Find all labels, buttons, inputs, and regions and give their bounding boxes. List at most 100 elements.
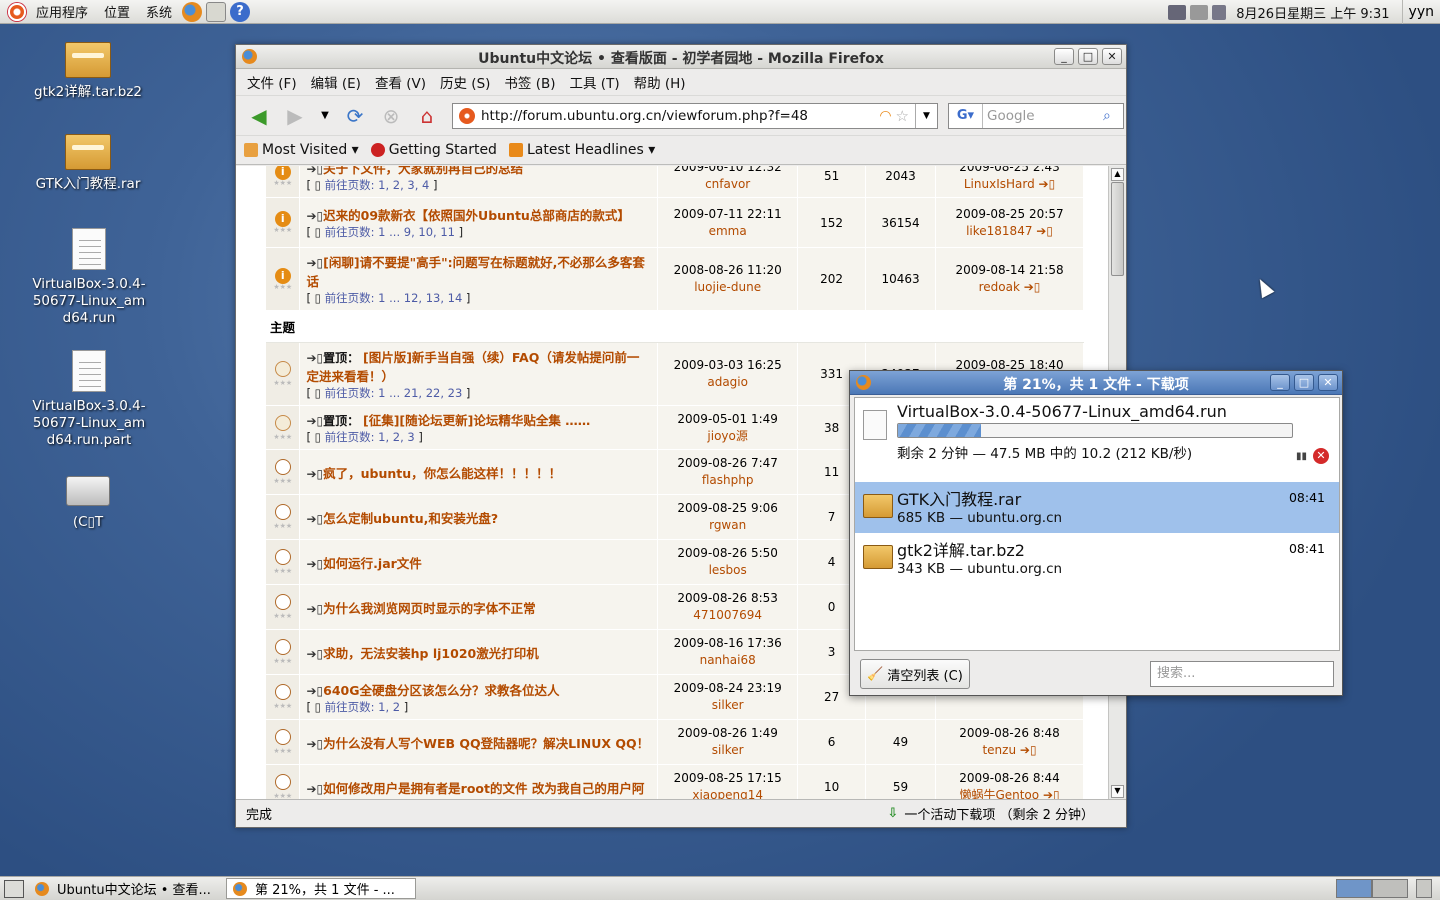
bookmark-star-icon[interactable]: ☆ bbox=[896, 107, 909, 125]
url-bar[interactable]: http://forum.ubuntu.org.cn/viewforum.php… bbox=[452, 102, 938, 129]
topic-author[interactable]: cnfavor bbox=[658, 176, 797, 193]
topic-link[interactable]: 如何运行.jar文件 bbox=[323, 556, 422, 571]
downloads-title-bar[interactable]: 第 21%，共 1 文件 - 下载项 _ □ ✕ bbox=[850, 371, 1342, 395]
menu-places[interactable]: 位置 bbox=[96, 2, 138, 21]
page-links[interactable]: 1 ... 12, 13, 14 bbox=[378, 291, 462, 305]
topic-link[interactable]: 为什么没有人写个WEB QQ登陆器呢？解决LINUX QQ！ bbox=[323, 736, 649, 751]
download-item[interactable]: GTK入门教程.rar 685 KB — ubuntu.org.cn 08:41 bbox=[855, 482, 1339, 533]
last-post-user[interactable]: like181847 ➔▯ bbox=[936, 223, 1083, 240]
scroll-up-icon[interactable]: ▲ bbox=[1111, 168, 1124, 181]
taskbar-item-firefox[interactable]: Ubuntu中文论坛 • 查看... bbox=[28, 878, 218, 899]
cancel-icon[interactable]: ✕ bbox=[1313, 448, 1329, 464]
topic-author[interactable]: silker bbox=[658, 742, 797, 759]
firefox-launcher-icon[interactable] bbox=[182, 1, 203, 22]
topic-author[interactable]: 471007694 bbox=[658, 607, 797, 624]
topic-link[interactable]: 为什么我浏览网页时显示的字体不正常 bbox=[323, 601, 536, 616]
downloads-search-input[interactable]: 搜索... bbox=[1150, 661, 1334, 687]
taskbar-item-downloads[interactable]: 第 21%，共 1 文件 - ... bbox=[226, 878, 416, 899]
desktop-icon-drive[interactable]: (C▯T bbox=[23, 470, 153, 531]
ubuntu-logo-icon[interactable] bbox=[8, 2, 26, 21]
topic-link[interactable]: 关于下文件，大家就别再自己的总结 bbox=[323, 166, 523, 176]
topic-author[interactable]: emma bbox=[658, 223, 797, 240]
bookmark-latest-headlines[interactable]: Latest Headlines ▾ bbox=[508, 142, 655, 158]
topic-link[interactable]: [征集][随论坛更新]论坛精华贴全集 …… bbox=[363, 413, 590, 428]
page-links[interactable]: 1 ... 21, 22, 23 bbox=[378, 386, 462, 400]
minimize-button[interactable]: _ bbox=[1270, 374, 1290, 391]
menu-edit[interactable]: 编辑 (E) bbox=[304, 72, 368, 92]
url-dropdown-icon[interactable]: ▼ bbox=[915, 103, 937, 128]
desktop-icon-gtk-rar[interactable]: GTK入门教程.rar bbox=[23, 134, 153, 193]
workspace-2[interactable] bbox=[1372, 879, 1408, 898]
mail-launcher-icon[interactable] bbox=[206, 1, 227, 22]
show-desktop-icon[interactable] bbox=[4, 879, 24, 898]
page-links[interactable]: 1 ... 9, 10, 11 bbox=[378, 225, 455, 239]
help-launcher-icon[interactable]: ? bbox=[230, 1, 251, 22]
search-input[interactable]: Google bbox=[983, 108, 1103, 124]
page-links[interactable]: 1, 2, 3 bbox=[378, 430, 415, 444]
workspace-switcher[interactable] bbox=[1336, 879, 1432, 898]
maximize-button[interactable]: □ bbox=[1294, 374, 1314, 391]
clear-list-button[interactable]: 🧹 清空列表 (C) bbox=[860, 659, 970, 689]
topic-link[interactable]: 怎么定制ubuntu,和安装光盘? bbox=[323, 511, 498, 526]
topic-author[interactable]: nanhai68 bbox=[658, 652, 797, 669]
topic-author[interactable]: jioyo源 bbox=[658, 428, 797, 445]
page-links[interactable]: 1, 2, 3, 4 bbox=[378, 178, 429, 192]
close-button[interactable]: ✕ bbox=[1318, 374, 1338, 391]
last-post-user[interactable]: LinuxIsHard ➔▯ bbox=[936, 176, 1083, 193]
topic-link[interactable]: 如何修改用户是拥有者是root的文件 改为我自己的用户阿 bbox=[323, 781, 644, 796]
download-item-active[interactable]: VirtualBox-3.0.4-50677-Linux_amd64.run 剩… bbox=[855, 398, 1339, 482]
topic-link[interactable]: [闲聊]请不要提"高手":问题写在标题就好,不必那么多客套话 bbox=[306, 255, 644, 289]
menu-view[interactable]: 查看 (V) bbox=[368, 72, 433, 92]
topic-author[interactable]: lesbos bbox=[658, 562, 797, 579]
topic-link[interactable]: 640G全硬盘分区该怎么分？求教各位达人 bbox=[323, 683, 559, 698]
menu-help[interactable]: 帮助 (H) bbox=[627, 72, 693, 92]
scrollbar-thumb[interactable] bbox=[1111, 182, 1124, 276]
desktop-icon-virtualbox-part[interactable]: VirtualBox-3.0.4-50677-Linux_amd64.run.p… bbox=[23, 350, 155, 449]
menu-file[interactable]: 文件 (F) bbox=[240, 72, 304, 92]
last-post-user[interactable]: tenzu ➔▯ bbox=[936, 742, 1083, 759]
url-text[interactable]: http://forum.ubuntu.org.cn/viewforum.php… bbox=[481, 108, 879, 124]
topic-author[interactable]: rgwan bbox=[658, 517, 797, 534]
topic-author[interactable]: silker bbox=[658, 697, 797, 714]
stop-icon[interactable]: ⊗ bbox=[376, 101, 406, 131]
topic-link[interactable]: 疯了，ubuntu，你怎么能这样！！！！！ bbox=[323, 466, 561, 481]
minimize-button[interactable]: _ bbox=[1054, 48, 1074, 65]
forward-arrow-icon[interactable]: ▶ bbox=[280, 101, 310, 131]
download-status[interactable]: ⇩ 一个活动下载项 （剩余 2 分钟） bbox=[887, 804, 1094, 823]
topic-author[interactable]: adagio bbox=[658, 374, 797, 391]
topic-author[interactable]: flashphp bbox=[658, 472, 797, 489]
menu-system[interactable]: 系统 bbox=[138, 2, 180, 21]
clock[interactable]: 8月26日星期三 上午 9:31 bbox=[1228, 3, 1401, 22]
topic-link[interactable]: 迟来的09款新衣【依照国外Ubuntu总部商店的款式】 bbox=[323, 208, 630, 223]
last-post-user[interactable]: redoak ➔▯ bbox=[936, 279, 1083, 296]
reload-icon[interactable]: ⟳ bbox=[340, 101, 370, 131]
topic-link[interactable]: 求助，无法安装hp lj1020激光打印机 bbox=[323, 646, 539, 661]
maximize-button[interactable]: □ bbox=[1078, 48, 1098, 65]
home-icon[interactable]: ⌂ bbox=[412, 101, 442, 131]
trash-icon[interactable] bbox=[1416, 879, 1432, 898]
user-switcher[interactable]: yyn bbox=[1401, 0, 1440, 24]
menu-applications[interactable]: 应用程序 bbox=[28, 2, 96, 21]
menu-bookmarks[interactable]: 书签 (B) bbox=[497, 72, 562, 92]
menu-history[interactable]: 历史 (S) bbox=[433, 72, 497, 92]
back-arrow-icon[interactable]: ◀ bbox=[244, 101, 274, 131]
printer-icon[interactable] bbox=[1190, 4, 1209, 20]
menu-tools[interactable]: 工具 (T) bbox=[563, 72, 627, 92]
history-dropdown-icon[interactable]: ▼ bbox=[316, 101, 334, 131]
search-icon[interactable]: ⌕ bbox=[1103, 108, 1123, 124]
desktop-icon-virtualbox-run[interactable]: VirtualBox-3.0.4-50677-Linux_amd64.run bbox=[23, 228, 155, 327]
search-box[interactable]: G▾ Google ⌕ bbox=[948, 102, 1124, 129]
pause-icon[interactable]: ▮▮ bbox=[1296, 451, 1307, 462]
close-button[interactable]: ✕ bbox=[1102, 48, 1122, 65]
search-engine-icon[interactable]: G▾ bbox=[949, 103, 983, 128]
rss-feed-icon[interactable]: ◠ bbox=[879, 108, 891, 124]
topic-author[interactable]: luojie-dune bbox=[658, 279, 797, 296]
download-item[interactable]: gtk2详解.tar.bz2 343 KB — ubuntu.org.cn 08… bbox=[855, 533, 1339, 584]
network-icon[interactable] bbox=[1168, 4, 1187, 20]
bookmark-most-visited[interactable]: Most Visited ▾ bbox=[244, 142, 359, 158]
volume-icon[interactable] bbox=[1212, 4, 1227, 20]
bookmark-getting-started[interactable]: Getting Started bbox=[370, 142, 497, 158]
page-links[interactable]: 1, 2 bbox=[378, 700, 400, 714]
desktop-icon-gtk2[interactable]: gtk2详解.tar.bz2 bbox=[23, 42, 153, 101]
title-bar[interactable]: Ubuntu中文论坛 • 查看版面 - 初学者园地 - Mozilla Fire… bbox=[236, 45, 1126, 69]
